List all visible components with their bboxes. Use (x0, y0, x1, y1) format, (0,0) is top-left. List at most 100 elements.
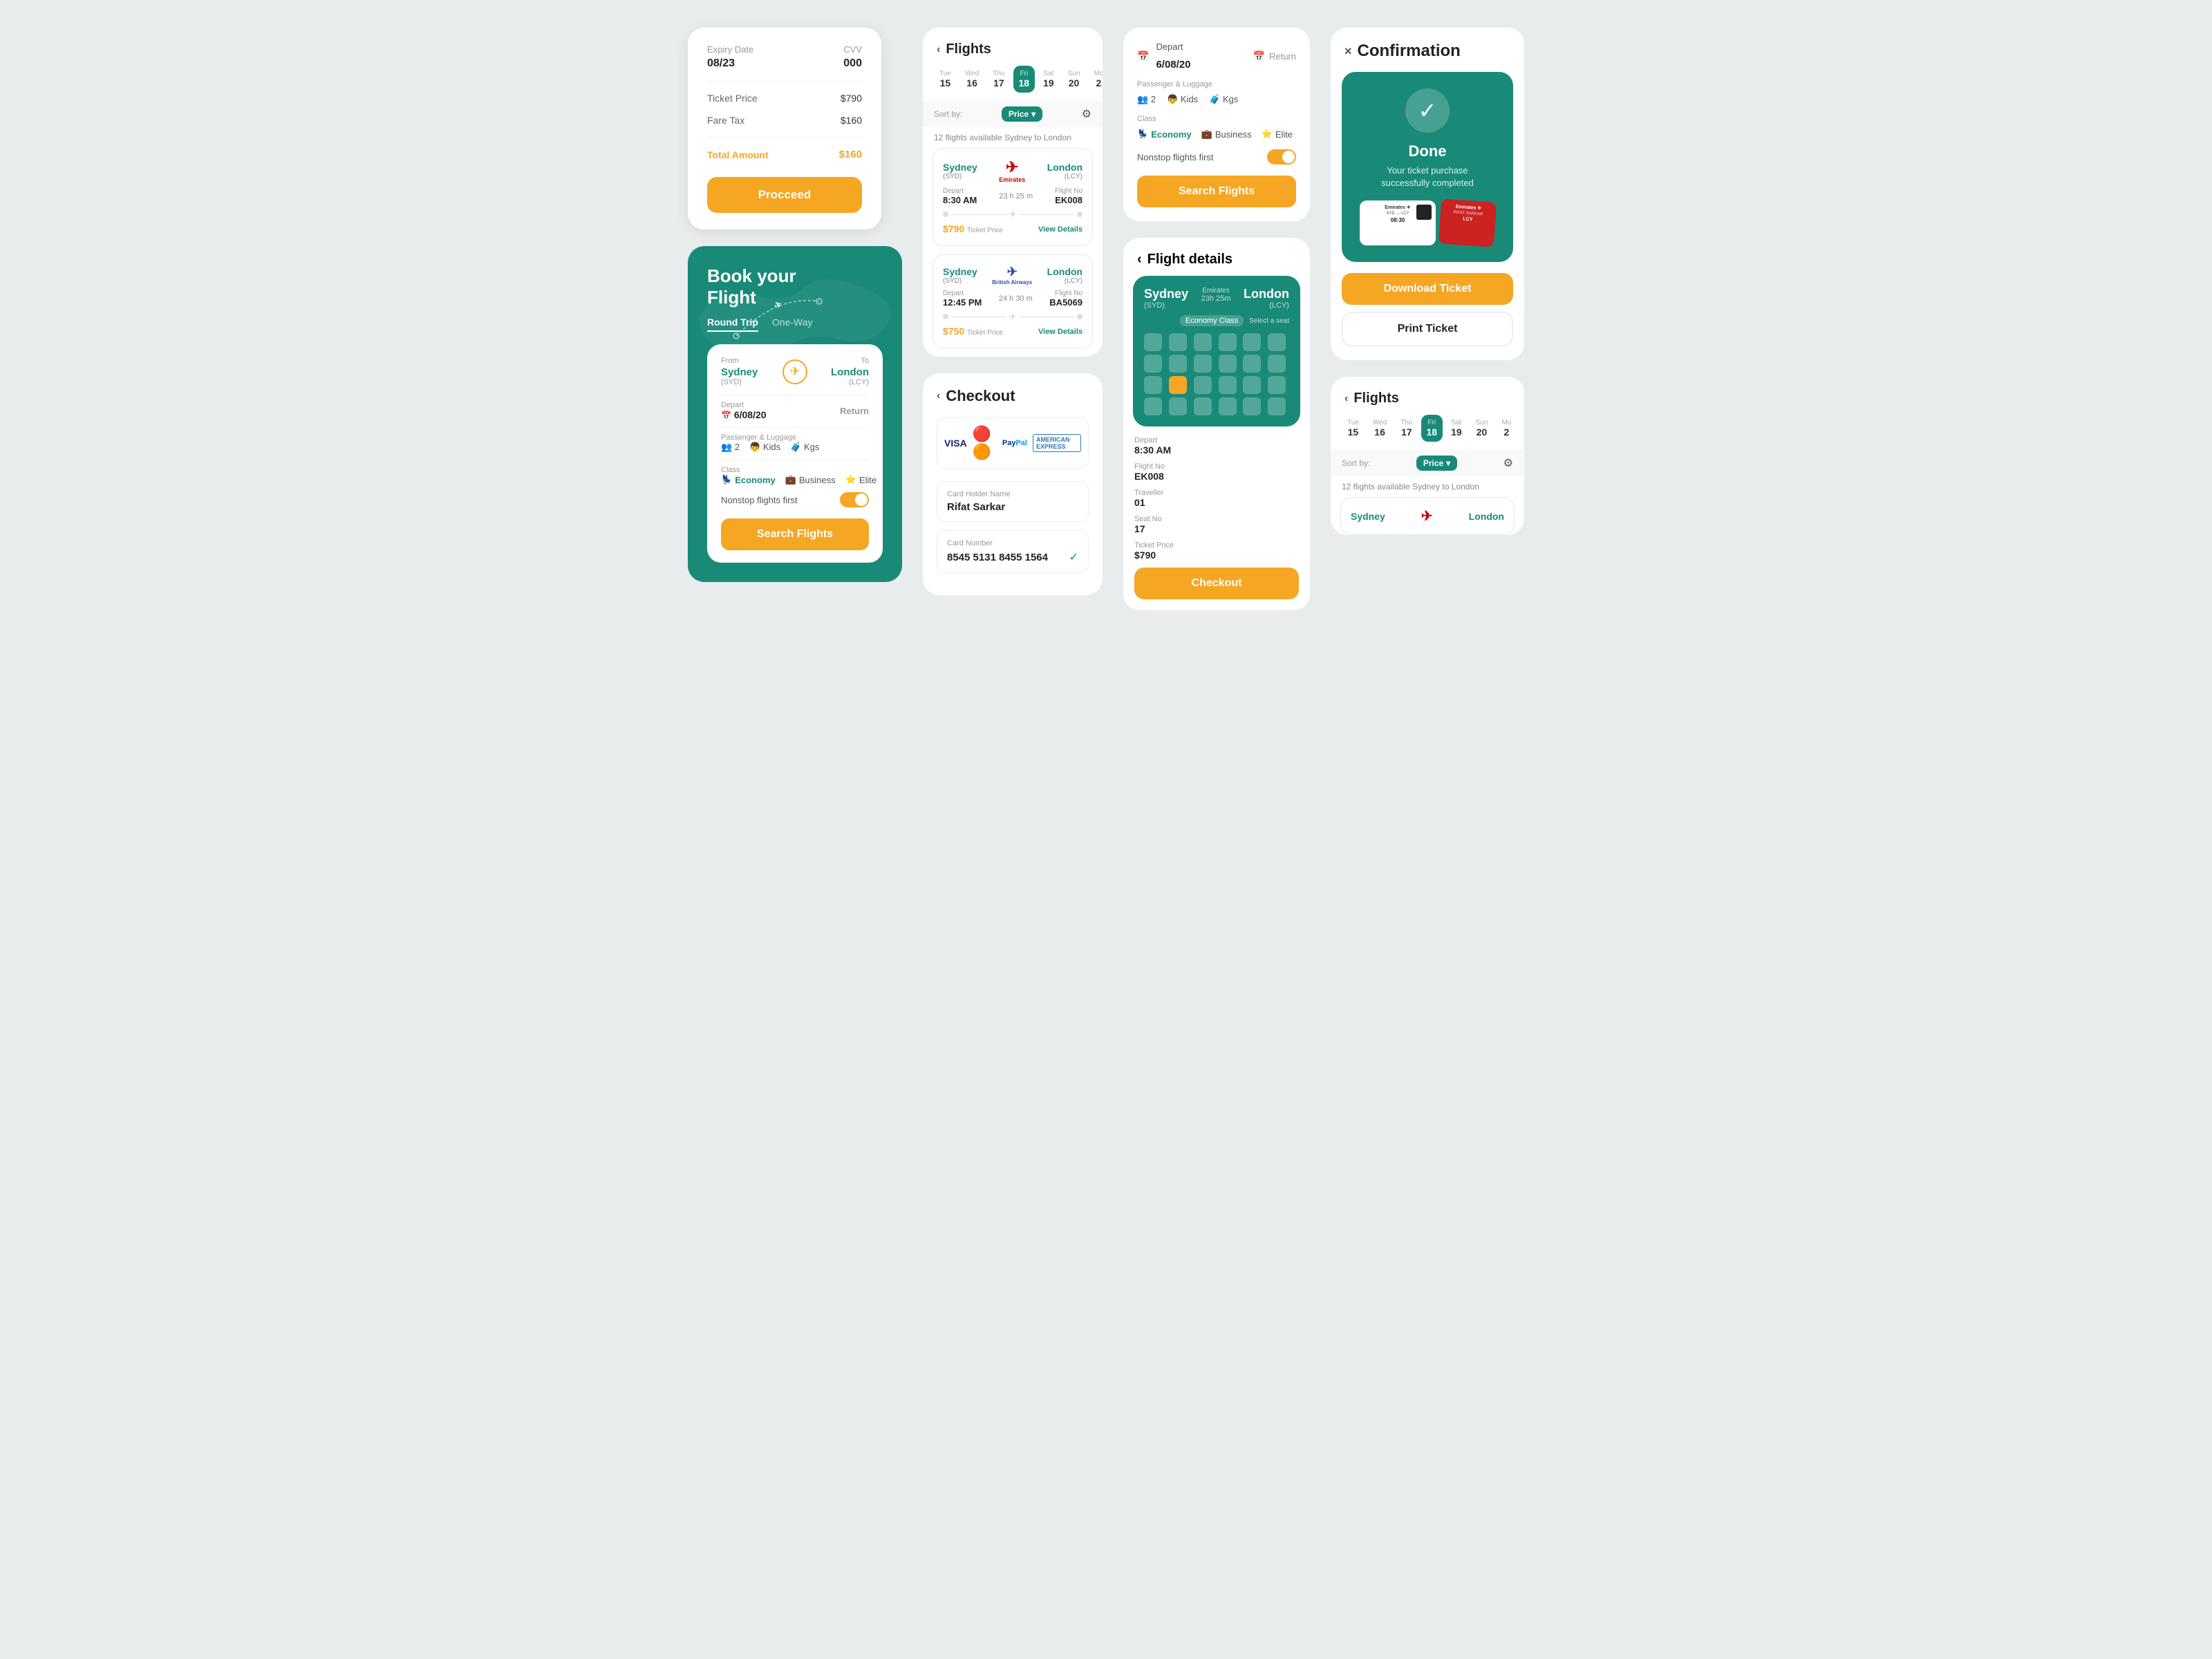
sm-date-sat19[interactable]: Sat19 (1445, 415, 1468, 442)
seat-11[interactable] (1243, 355, 1261, 373)
seat-12[interactable] (1268, 355, 1286, 373)
seat-2[interactable] (1169, 333, 1187, 351)
confirmation-card: × Confirmation ✓ Done Your ticket purcha… (1331, 28, 1524, 360)
close-icon[interactable]: × (1344, 44, 1352, 59)
back-arrow-icon[interactable]: ‹ (937, 44, 940, 56)
depart-label: Depart (721, 401, 767, 409)
seat-22[interactable] (1219, 397, 1237, 415)
sm-date-thu17[interactable]: Thu17 (1395, 415, 1418, 442)
proceed-button[interactable]: Procceed (707, 177, 862, 213)
seat-20[interactable] (1169, 397, 1187, 415)
sm-date-fri18[interactable]: Fri18 (1421, 415, 1443, 442)
expiry-value: 08/23 (707, 57, 753, 70)
column-4: × Confirmation ✓ Done Your ticket purcha… (1331, 28, 1524, 535)
search-flights-button[interactable]: Search Flights (721, 518, 869, 550)
sort-pill[interactable]: Price ▾ (1002, 106, 1042, 122)
card-number-field[interactable]: Card Number 8545 5131 8455 1564 ✓ (937, 530, 1089, 573)
depart-date: 📅 6/08/20 (721, 409, 767, 420)
card-holder-field[interactable]: Card Holder Name Rifat Sarkar (937, 481, 1089, 522)
sm-date-mo2[interactable]: Mo2 (1496, 415, 1517, 442)
date-item-mo2[interactable]: Mo2 (1088, 66, 1103, 93)
seat-10[interactable] (1219, 355, 1237, 373)
sm-flight-item-ek008[interactable]: Sydney ✈ London (1340, 497, 1515, 535)
seat-6[interactable] (1268, 333, 1286, 351)
seat-19[interactable] (1144, 397, 1162, 415)
sort-value: Price (1009, 109, 1029, 119)
details-back-icon[interactable]: ‹ (1137, 252, 1142, 268)
fl1-flightno-label: Flight No (1055, 187, 1082, 195)
seat-9[interactable] (1194, 355, 1212, 373)
seat-7[interactable] (1144, 355, 1162, 373)
seat-5[interactable] (1243, 333, 1261, 351)
flight-item-ek008[interactable]: Sydney (SYD) ✈ Emirates London (LCY) Dep… (932, 148, 1093, 246)
seat-1[interactable] (1144, 333, 1162, 351)
seat-13[interactable] (1144, 376, 1162, 394)
seat-3[interactable] (1194, 333, 1212, 351)
sm-flights-title: Flights (1353, 391, 1399, 406)
passengers-count: 2 (735, 442, 740, 452)
kgs-label: Kgs (804, 442, 819, 452)
date-item-sat19[interactable]: Sat19 (1038, 66, 1060, 93)
sm-date-wed16[interactable]: Wed16 (1367, 415, 1392, 442)
seat-8[interactable] (1169, 355, 1187, 373)
sm-sort-chevron-icon: ▾ (1446, 458, 1450, 468)
fl2-view-details[interactable]: View Details (1038, 328, 1082, 336)
kids-label: Kids (763, 442, 780, 452)
total-label: Total Amount (707, 149, 769, 160)
seat-18[interactable] (1268, 376, 1286, 394)
seat-21[interactable] (1194, 397, 1212, 415)
filter-business[interactable]: 💼 Business (1201, 129, 1252, 140)
card-holder-value: Rifat Sarkar (947, 501, 1078, 513)
filter-kids: Kids (1181, 94, 1198, 104)
return-calendar-icon: 📅 (1253, 50, 1265, 62)
mastercard-icon[interactable]: 🔴🟠 (973, 425, 997, 461)
filter-class-row: 💺 Economy 💼 Business ⭐ Elite (1137, 129, 1296, 140)
ticket-price-value: $790 (841, 93, 862, 104)
checkout-title: Checkout (946, 387, 1015, 405)
fl2-from-city: Sydney (943, 266, 977, 277)
seat-select-label: Select a seat (1249, 317, 1289, 325)
seat-4[interactable] (1219, 333, 1237, 351)
visa-icon[interactable]: VISA (944, 438, 967, 449)
amex-icon[interactable]: AMERICAN EXPRESS (1033, 434, 1081, 452)
date-item-sun20[interactable]: Sun20 (1062, 66, 1086, 93)
elite-option[interactable]: ⭐ Elite (845, 474, 877, 485)
column-1: Expiry Date 08/23 CVV 000 Ticket Price $… (688, 28, 902, 582)
filter-search-button[interactable]: Search Flights (1137, 176, 1296, 207)
filter-economy[interactable]: 💺 Economy (1137, 129, 1192, 140)
download-ticket-button[interactable]: Download Ticket (1342, 273, 1513, 305)
checkout-card: ‹ Checkout VISA 🔴🟠 PayPal AMERICAN EXPRE… (923, 373, 1103, 595)
date-item-wed16[interactable]: Wed16 (959, 66, 984, 93)
sm-date-sun20[interactable]: Sun20 (1470, 415, 1494, 442)
filter-icon[interactable]: ⚙ (1082, 107, 1091, 121)
sort-chevron-icon: ▾ (1031, 109, 1035, 119)
seat-17[interactable] (1243, 376, 1261, 394)
seat-24[interactable] (1268, 397, 1286, 415)
seat-16[interactable] (1219, 376, 1237, 394)
sm-back-arrow-icon[interactable]: ‹ (1344, 393, 1348, 405)
filter-elite[interactable]: ⭐ Elite (1262, 129, 1293, 140)
fl1-view-details[interactable]: View Details (1038, 225, 1082, 234)
economy-option[interactable]: 💺 Economy (721, 474, 776, 485)
seat-14-selected[interactable] (1169, 376, 1187, 394)
sm-date-tue15[interactable]: Tue15 (1342, 415, 1365, 442)
class-label: Class (721, 466, 869, 474)
print-ticket-button[interactable]: Print Ticket (1342, 312, 1513, 346)
filter-nonstop-toggle[interactable] (1267, 149, 1296, 165)
sm-filter-icon[interactable]: ⚙ (1503, 456, 1513, 470)
checkout-button[interactable]: Checkout (1134, 568, 1299, 599)
seat-15[interactable] (1194, 376, 1212, 394)
checkout-back-icon[interactable]: ‹ (937, 390, 940, 402)
business-option[interactable]: 💼 Business (785, 474, 836, 485)
flight-item-ba5069[interactable]: Sydney (SYD) ✈ British Airways London (L… (932, 254, 1093, 348)
nonstop-toggle[interactable] (840, 492, 869, 507)
seat-23[interactable] (1243, 397, 1261, 415)
date-item-tue15[interactable]: Tue15 (934, 66, 957, 93)
sm-sort-pill[interactable]: Price ▾ (1416, 456, 1457, 471)
date-item-thu17[interactable]: Thu17 (987, 66, 1010, 93)
swap-icon[interactable]: ✈ (782, 359, 807, 384)
detail-seatno: 17 (1134, 523, 1299, 534)
date-item-fri18[interactable]: Fri18 (1013, 66, 1035, 93)
card-number-value: 8545 5131 8455 1564 (947, 552, 1048, 563)
paypal-icon[interactable]: PayPal (1002, 439, 1027, 447)
